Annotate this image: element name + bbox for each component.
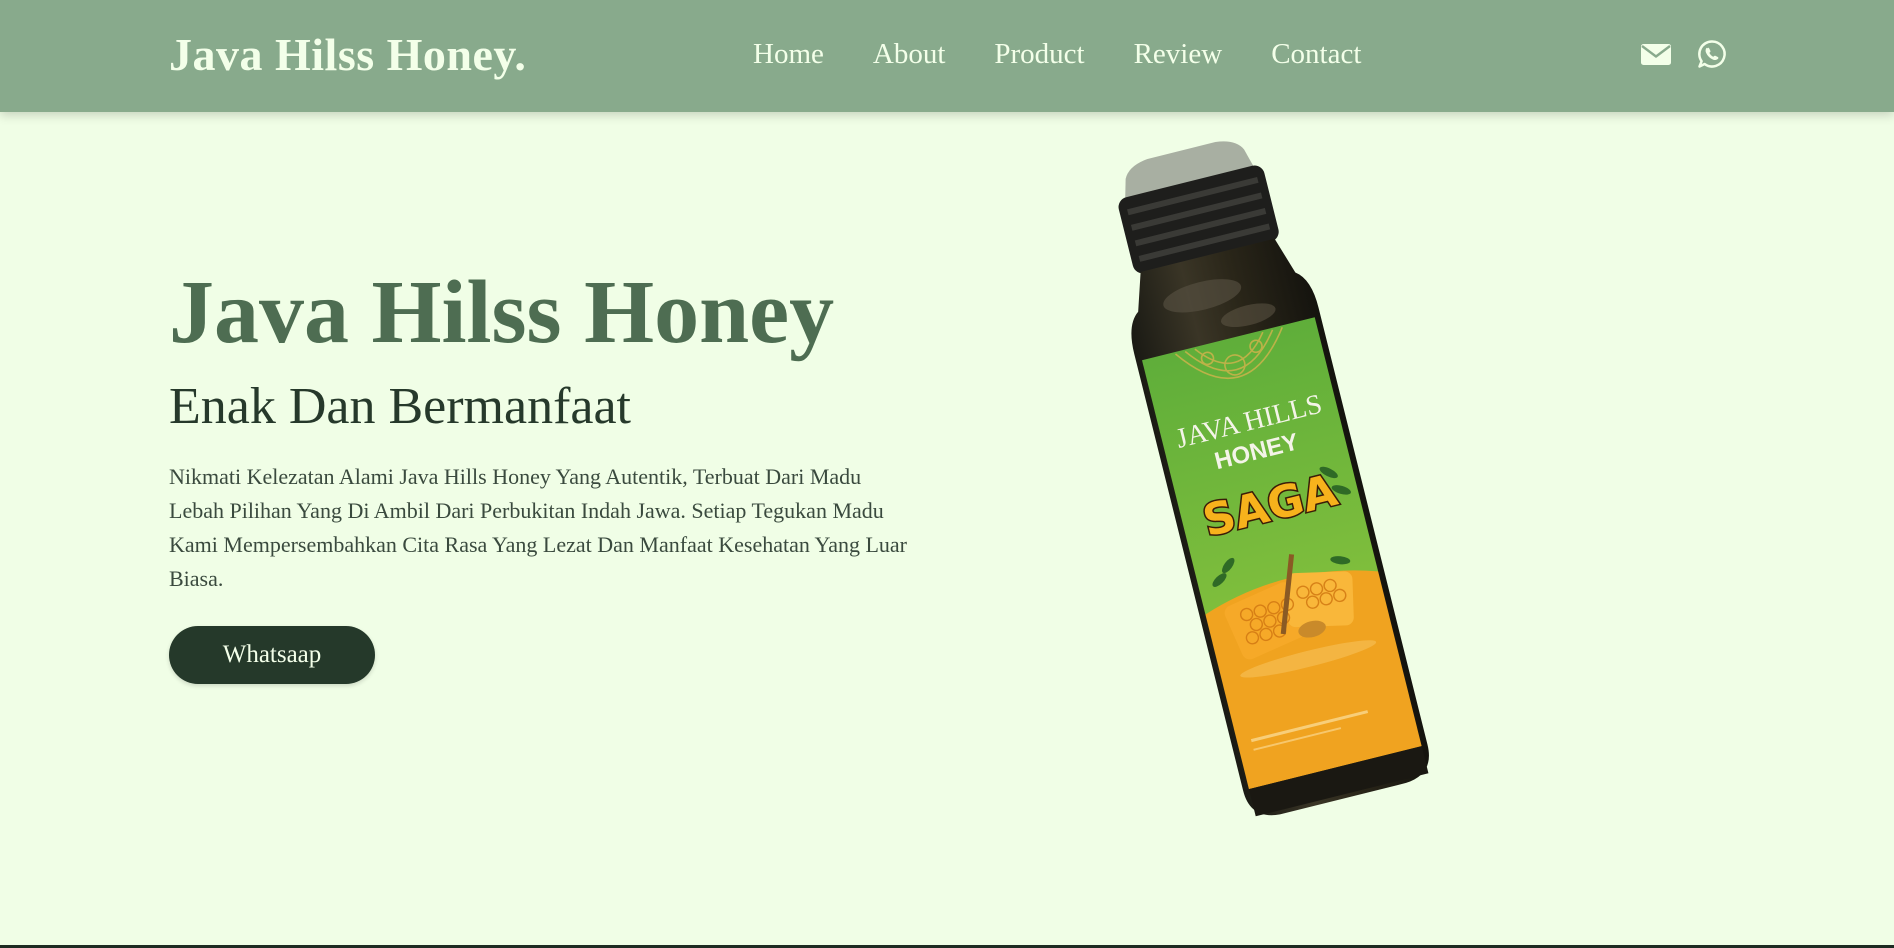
nav-link-home[interactable]: Home [753,38,824,71]
nav-icons [1640,38,1728,70]
nav-link-product[interactable]: Product [994,38,1084,71]
brand-logo[interactable]: Java Hilss Honey. [169,28,526,81]
nav-link-review[interactable]: Review [1134,38,1223,71]
whatsapp-icon[interactable] [1696,38,1728,70]
envelope-icon[interactable] [1640,38,1672,70]
nav-link-contact[interactable]: Contact [1271,38,1361,71]
navbar: Java Hilss Honey. Home About Product Rev… [0,0,1894,112]
nav-link-about[interactable]: About [873,38,946,71]
hero-subtitle: Enak Dan Bermanfaat [169,378,632,435]
honey-bottle-image: JAVA HILLS HONEY SAGA [1118,141,1429,817]
whatsapp-button[interactable]: Whatsaap [169,626,375,684]
hero-title: Java Hilss Honey [169,263,835,362]
nav-links: Home About Product Review Contact [753,38,1361,71]
hero-description: Nikmati Kelezatan Alami Java Hills Honey… [169,464,908,591]
